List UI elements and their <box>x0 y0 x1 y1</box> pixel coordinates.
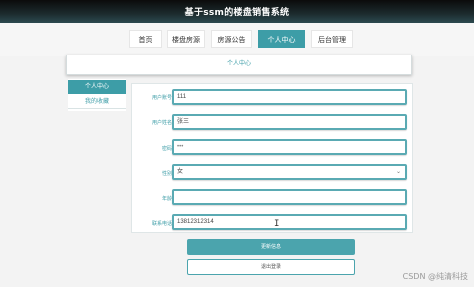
nav-announcements[interactable]: 房源公告 <box>211 30 252 48</box>
realname-label: 用户姓名 <box>151 120 172 126</box>
sidebar: 个人中心 我的收藏 <box>68 79 126 111</box>
gender-label: 性别 <box>161 171 172 177</box>
nav-personal-center[interactable]: 个人中心 <box>258 30 305 48</box>
chevron-down-icon: ⌄ <box>395 169 401 175</box>
watermark: CSDN @纯清科技 <box>402 272 468 281</box>
realname-field[interactable]: 张三 <box>172 114 407 130</box>
page-title: 个人中心 <box>226 61 251 67</box>
top-header: 基于ssm的楼盘销售系统 <box>0 0 474 23</box>
phone-label: 联系电话 <box>151 221 172 227</box>
app-title: 基于ssm的楼盘销售系统 <box>184 8 290 18</box>
username-label: 用户账号 <box>151 95 172 101</box>
update-info-button[interactable]: 更新信息 <box>187 239 355 255</box>
gender-value: 女 <box>177 169 184 175</box>
nav-home[interactable]: 首页 <box>129 30 162 48</box>
profile-form-panel <box>131 83 413 233</box>
sidebar-item-favorites[interactable]: 我的收藏 <box>68 95 126 109</box>
text-cursor-icon: I <box>274 219 280 229</box>
phone-field[interactable]: 13812312314 <box>172 214 407 230</box>
logout-button[interactable]: 退出登录 <box>187 259 355 275</box>
nav-admin[interactable]: 后台管理 <box>311 30 353 48</box>
password-label: 密码 <box>161 146 172 152</box>
username-field[interactable]: 111 <box>172 89 407 105</box>
age-field[interactable] <box>172 189 407 205</box>
nav-listings[interactable]: 楼盘房源 <box>167 30 205 48</box>
sidebar-item-personal-center[interactable]: 个人中心 <box>68 80 126 94</box>
password-field[interactable]: ••• <box>172 139 407 155</box>
gender-select[interactable]: 女 ⌄ <box>172 164 407 180</box>
page-header-card: 个人中心 <box>66 55 412 75</box>
age-label: 年龄 <box>161 196 172 202</box>
